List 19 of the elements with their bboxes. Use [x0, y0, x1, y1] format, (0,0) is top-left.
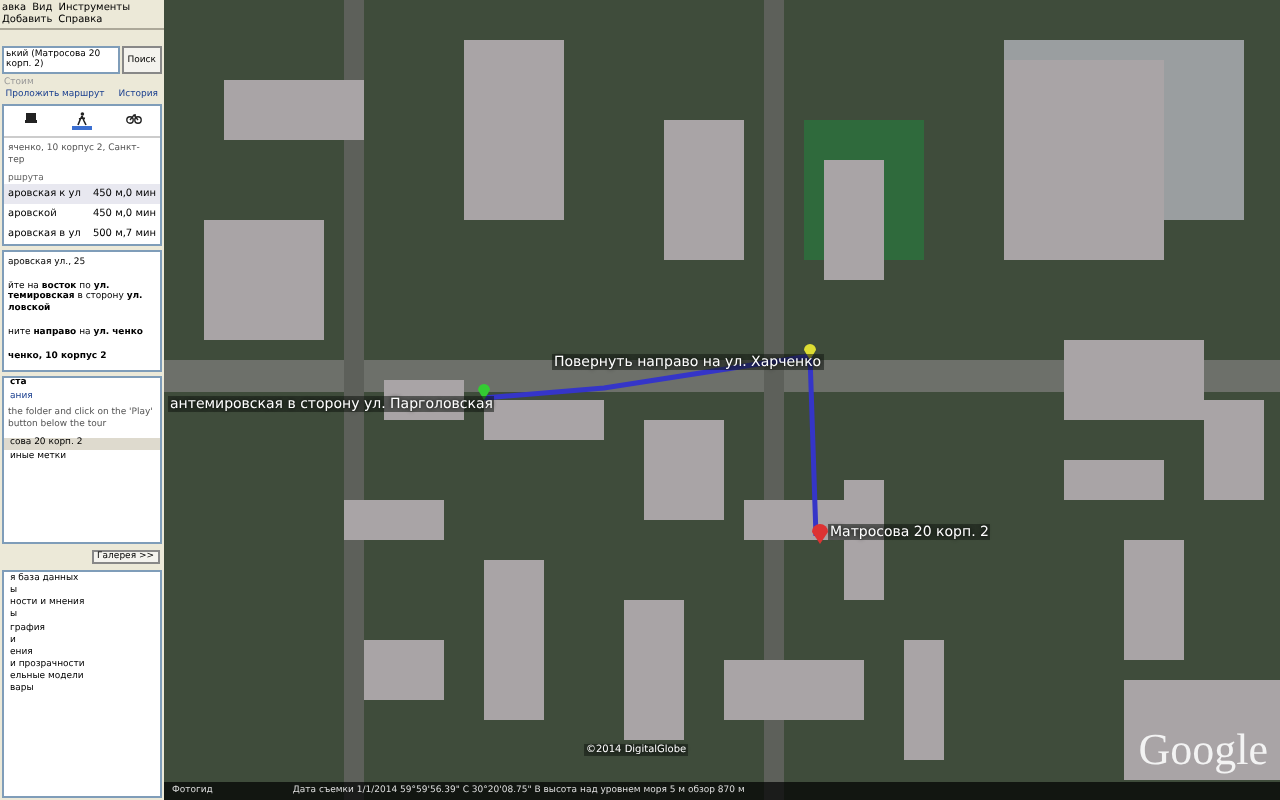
start-pin-icon	[478, 384, 490, 400]
building	[224, 80, 364, 140]
building	[664, 120, 744, 260]
building	[204, 220, 324, 340]
building	[644, 420, 724, 520]
building	[1124, 540, 1184, 660]
travel-mode-tab[interactable]	[71, 112, 91, 130]
building	[1064, 460, 1164, 500]
building	[624, 600, 684, 740]
building	[344, 500, 444, 540]
building	[364, 640, 444, 700]
travel-mode-tab[interactable]	[121, 112, 145, 130]
walking-person-icon	[75, 112, 87, 126]
building	[904, 640, 944, 760]
building	[724, 660, 864, 720]
destination-pin-icon	[812, 524, 828, 544]
bicycle-icon	[125, 112, 141, 124]
logo-text: Google	[1138, 724, 1268, 776]
building	[824, 160, 884, 280]
